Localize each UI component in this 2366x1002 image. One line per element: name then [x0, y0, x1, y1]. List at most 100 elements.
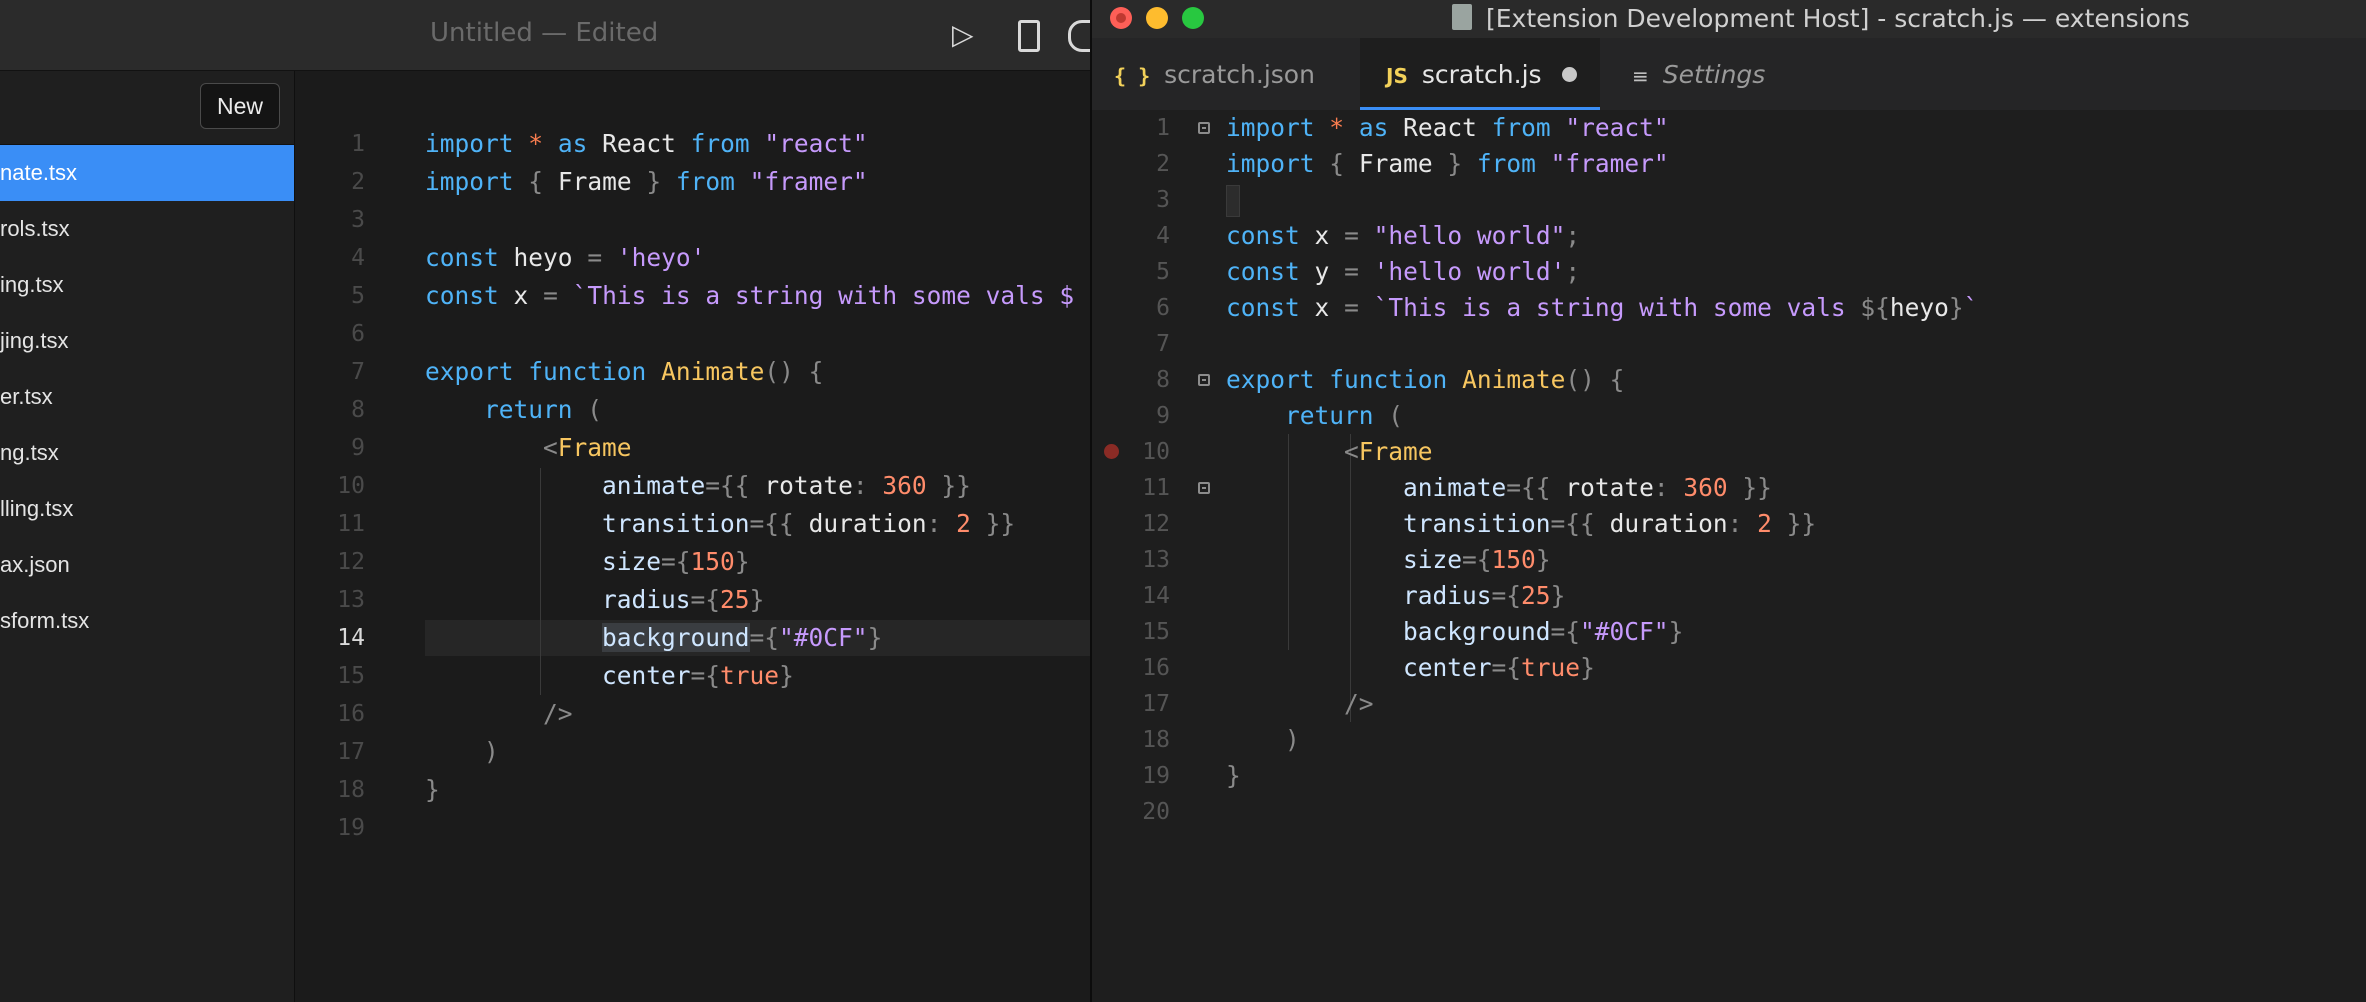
line-number: 19 — [1142, 763, 1170, 789]
line-number: 11 — [1142, 475, 1170, 501]
left-titlebar: Untitled — Edited ▷ — [0, 0, 1090, 71]
comment-icon[interactable] — [1068, 20, 1090, 52]
close-window-button[interactable] — [1110, 7, 1132, 29]
line-number: 13 — [337, 587, 365, 613]
code-line: const x = "hello world"; — [1226, 221, 1581, 250]
line-number: 4 — [351, 245, 365, 271]
line-number-current: 3 — [1156, 187, 1170, 213]
code-line: return ( — [484, 395, 603, 424]
fold-toggle-icon[interactable] — [1198, 374, 1210, 386]
code-line: export function Animate() { — [425, 357, 824, 386]
line-number: 19 — [337, 815, 365, 841]
line-number: 8 — [1156, 367, 1170, 393]
tab-scratch-json[interactable]: { } scratch.json — [1114, 38, 1344, 110]
line-number: 9 — [351, 435, 365, 461]
code-line: size={150} — [1403, 545, 1551, 574]
right-code-editor[interactable]: 1 2 3 4 5 6 7 8 9 10 11 12 13 14 15 16 1… — [1092, 110, 2366, 1002]
code-line: transition={{ duration: 2 }} — [1403, 509, 1817, 538]
file-item[interactable]: er.tsx — [0, 369, 294, 425]
device-preview-icon[interactable] — [1018, 20, 1040, 52]
line-number: 5 — [1156, 259, 1170, 285]
line-number: 5 — [351, 283, 365, 309]
code-line: import { Frame } from "framer" — [425, 167, 868, 196]
line-number: 1 — [1156, 115, 1170, 141]
line-number: 10 — [337, 473, 365, 499]
code-line: /> — [543, 699, 573, 728]
unsaved-dot-icon[interactable] — [1561, 66, 1577, 82]
code-line: <Frame — [1344, 437, 1433, 466]
document-icon — [1452, 4, 1472, 30]
file-item[interactable]: jing.tsx — [0, 313, 294, 369]
file-list: nate.tsx rols.tsx ing.tsx jing.tsx er.ts… — [0, 144, 294, 649]
tab-scratch-js[interactable]: JS scratch.js — [1360, 38, 1600, 110]
file-item[interactable]: lling.tsx — [0, 481, 294, 537]
code-line: } — [425, 775, 440, 804]
fold-toggle-icon[interactable] — [1198, 122, 1210, 134]
line-number: 16 — [337, 701, 365, 727]
file-item[interactable]: ax.json — [0, 537, 294, 593]
code-line: /> — [1344, 689, 1374, 718]
tab-settings[interactable]: ≡ Settings — [1632, 38, 1765, 110]
line-number: 14 — [1142, 583, 1170, 609]
new-file-button[interactable]: New — [200, 83, 280, 129]
code-line: ) — [1285, 725, 1300, 754]
code-line: center={true} — [602, 661, 794, 690]
tab-label: scratch.json — [1164, 60, 1315, 89]
line-number: 17 — [337, 739, 365, 765]
code-line: const y = 'hello world'; — [1226, 257, 1581, 286]
vscode-window: [Extension Development Host] - scratch.j… — [1090, 0, 2366, 1002]
line-number: 12 — [1142, 511, 1170, 537]
code-line: const heyo = 'heyo' — [425, 243, 706, 272]
right-titlebar: [Extension Development Host] - scratch.j… — [1092, 0, 2366, 38]
play-icon[interactable]: ▷ — [952, 18, 974, 52]
line-number: 7 — [1156, 331, 1170, 357]
code-line: const x = `This is a string with some va… — [425, 281, 1075, 310]
tab-label: Settings — [1662, 60, 1766, 89]
file-item[interactable]: ing.tsx — [0, 257, 294, 313]
code-line: animate={{ rotate: 360 }} — [1403, 473, 1772, 502]
line-number-current: 14 — [337, 625, 365, 651]
line-number: 11 — [337, 511, 365, 537]
minimize-window-button[interactable] — [1146, 7, 1168, 29]
code-line: export function Animate() { — [1226, 365, 1625, 394]
file-item[interactable]: ng.tsx — [0, 425, 294, 481]
line-number: 4 — [1156, 223, 1170, 249]
json-file-icon: { } — [1114, 64, 1151, 88]
code-line: ) — [484, 737, 499, 766]
line-number: 2 — [1156, 151, 1170, 177]
line-number: 8 — [351, 397, 365, 423]
code-line: transition={{ duration: 2 }} — [602, 509, 1016, 538]
line-number: 7 — [351, 359, 365, 385]
file-item[interactable]: rols.tsx — [0, 201, 294, 257]
line-number: 13 — [1142, 547, 1170, 573]
code-line: background={"#0CF"} — [602, 623, 883, 652]
breakpoint-icon[interactable] — [1104, 444, 1119, 459]
right-window-title: [Extension Development Host] - scratch.j… — [1486, 4, 2190, 33]
line-number: 15 — [1142, 619, 1170, 645]
editor-tabbar: { } scratch.json JS scratch.js ≡ Settings — [1092, 38, 2366, 110]
code-line: } — [1226, 761, 1241, 790]
code-line: const x = `This is a string with some va… — [1226, 293, 1979, 322]
maximize-window-button[interactable] — [1182, 7, 1204, 29]
code-line: animate={{ rotate: 360 }} — [602, 471, 971, 500]
code-line: <Frame — [543, 433, 632, 462]
file-item[interactable]: sform.tsx — [0, 593, 294, 649]
code-line: size={150} — [602, 547, 750, 576]
code-line: import { Frame } from "framer" — [1226, 149, 1669, 178]
line-number: 18 — [1142, 727, 1170, 753]
code-line: return ( — [1285, 401, 1404, 430]
line-number: 17 — [1142, 691, 1170, 717]
fold-toggle-icon[interactable] — [1198, 482, 1210, 494]
file-sidebar: New nate.tsx rols.tsx ing.tsx jing.tsx e… — [0, 71, 295, 1002]
code-line: background={"#0CF"} — [1403, 617, 1684, 646]
line-number: 2 — [351, 169, 365, 195]
code-line: radius={25} — [602, 585, 765, 614]
left-code-editor[interactable]: 1 2 3 4 5 6 7 8 9 10 11 12 13 14 15 16 1… — [295, 71, 1090, 1002]
settings-icon: ≡ — [1632, 64, 1649, 88]
file-item[interactable]: nate.tsx — [0, 145, 294, 201]
code-line: radius={25} — [1403, 581, 1566, 610]
js-file-icon: JS — [1386, 64, 1408, 88]
code-line: import * as React from "react" — [1226, 113, 1669, 142]
code-line: center={true} — [1403, 653, 1595, 682]
line-number: 12 — [337, 549, 365, 575]
